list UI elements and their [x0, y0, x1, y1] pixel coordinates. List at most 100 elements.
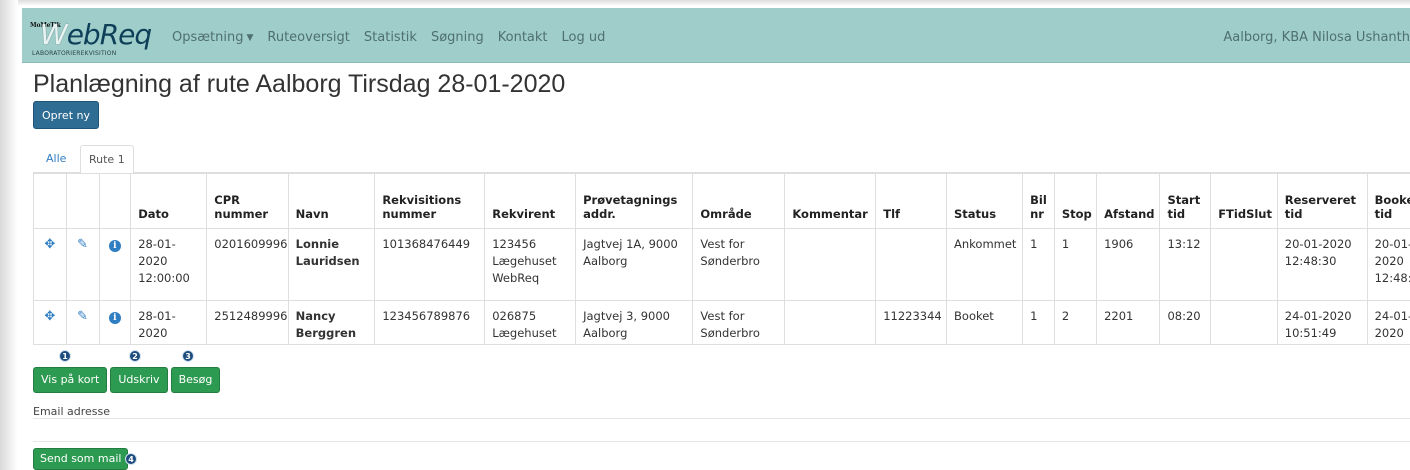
- app-window: MoMeTik WebReq LABORATORIEREKVISITION Op…: [0, 0, 1410, 470]
- table-header-row: Dato CPR nummer Navn Rekvisitions nummer…: [33, 173, 1410, 229]
- webreq-logo[interactable]: MoMeTik WebReq LABORATORIEREKVISITION: [30, 16, 160, 58]
- col-header-edit: [65, 173, 100, 229]
- car-cell: 1: [1022, 300, 1055, 344]
- email-label: Email adresse: [33, 405, 111, 418]
- marker-3-badge: 3: [182, 350, 194, 362]
- tab-route-1[interactable]: Rute 1: [80, 145, 134, 174]
- marker-2-badge: 2: [129, 350, 141, 362]
- navbar: MoMeTik WebReq LABORATORIEREKVISITION Op…: [22, 8, 1410, 63]
- col-header-booked-time[interactable]: Booket tid: [1366, 173, 1410, 229]
- car-cell: 1: [1022, 228, 1055, 301]
- sample-address-cell: Jagtvej 1A, 9000 Aalborg: [575, 228, 694, 301]
- col-header-requester[interactable]: Rekvirent: [484, 173, 577, 229]
- info-icon[interactable]: i: [108, 240, 121, 252]
- col-header-requisition[interactable]: Rekvisitions nummer: [374, 173, 486, 229]
- nav-search[interactable]: Søgning: [431, 30, 484, 45]
- info-cell: i: [98, 228, 132, 301]
- col-header-car[interactable]: Bil nr: [1022, 173, 1055, 229]
- date-cell: 28-01-2020 12:00:00: [130, 228, 208, 301]
- marker-1-badge: 1: [59, 350, 71, 362]
- move-cell: ✥: [33, 300, 67, 344]
- user-info[interactable]: Aalborg, KBA Nilosa Ushanth: [1223, 30, 1410, 45]
- sample-address-cell: Jagtvej 3, 9000 Aalborg: [575, 300, 694, 344]
- edit-cell: ✎: [65, 300, 100, 344]
- phone-cell: 11223344: [875, 300, 948, 344]
- move-icon[interactable]: ✥: [43, 238, 57, 252]
- window-shadow-left: [0, 0, 18, 470]
- end-time-cell: [1210, 228, 1278, 301]
- nav-setup[interactable]: Opsætning ▼: [172, 30, 253, 45]
- page-title: Planlægning af rute Aalborg Tirsdag 28-0…: [33, 70, 566, 98]
- print-button[interactable]: Udskriv: [110, 367, 168, 393]
- logo-brand-right: ebReq: [66, 18, 152, 51]
- info-cell: i: [98, 300, 132, 344]
- nav-route-overview[interactable]: Ruteoversigt: [267, 30, 350, 45]
- col-header-phone[interactable]: Tlf: [875, 173, 948, 229]
- comment-cell: [784, 300, 877, 344]
- col-header-distance[interactable]: Afstand: [1096, 173, 1161, 229]
- nav-logout[interactable]: Log ud: [562, 30, 606, 45]
- col-header-end-time[interactable]: FTidSlut: [1210, 173, 1278, 229]
- tab-all[interactable]: Alle: [38, 145, 74, 173]
- status-cell: Booket: [946, 300, 1024, 344]
- col-header-area[interactable]: Område: [692, 173, 786, 229]
- route-tabs: Alle Rute 1: [33, 145, 1410, 174]
- status-cell: Ankommet: [946, 228, 1024, 301]
- col-header-date[interactable]: Dato: [130, 173, 208, 229]
- col-header-stop[interactable]: Stop: [1053, 173, 1098, 229]
- col-header-status[interactable]: Status: [946, 173, 1024, 229]
- end-time-cell: [1210, 300, 1278, 344]
- name-cell: Lonnie Lauridsen: [287, 228, 376, 301]
- requester-cell: 123456 Lægehuset WebReq: [484, 228, 577, 301]
- phone-cell: [875, 228, 948, 301]
- main-nav: Opsætning ▼ Ruteoversigt Statistik Søgnin…: [172, 30, 619, 45]
- info-icon[interactable]: i: [108, 312, 121, 324]
- marker-4-badge: 4: [125, 453, 137, 465]
- route-table-container: Dato CPR nummer Navn Rekvisitions nummer…: [33, 173, 1410, 345]
- col-header-sample-address[interactable]: Prøvetagnings addr.: [575, 173, 694, 229]
- nav-setup-label: Opsætning: [172, 30, 244, 45]
- logo-brand-left: W: [40, 18, 68, 51]
- start-time-cell: 13:12: [1159, 228, 1212, 301]
- show-on-map-button[interactable]: Vis på kort: [33, 367, 108, 393]
- logo-tagline: LABORATORIEREKVISITION: [32, 50, 117, 57]
- date-cell: 28-01-2020: [130, 300, 208, 344]
- requisition-cell: 101368476449: [374, 228, 486, 301]
- create-new-button[interactable]: Opret ny: [33, 101, 99, 129]
- booked-time-cell: 20-01-2020 12:48:30: [1366, 228, 1410, 301]
- table-row[interactable]: ✥ ✎ i 28-01-2020 12:00:00 0201609996 Lon…: [33, 228, 1410, 301]
- col-header-move: [33, 173, 67, 229]
- email-input[interactable]: [33, 418, 1410, 442]
- move-icon[interactable]: ✥: [43, 310, 57, 324]
- caret-down-icon: ▼: [246, 33, 254, 43]
- col-header-cpr[interactable]: CPR nummer: [206, 173, 289, 229]
- col-header-name[interactable]: Navn: [287, 173, 376, 229]
- nav-contact[interactable]: Kontakt: [498, 30, 548, 45]
- send-as-mail-button[interactable]: Send som mail: [33, 448, 129, 470]
- edit-cell: ✎: [65, 228, 100, 301]
- edit-icon[interactable]: ✎: [76, 310, 90, 324]
- window-shadow-top: [0, 0, 1410, 6]
- col-header-comment[interactable]: Kommentar: [784, 173, 877, 229]
- logo-brand: WebReq: [40, 18, 152, 51]
- reserved-time-cell: 24-01-2020 10:51:49: [1276, 300, 1368, 344]
- edit-icon[interactable]: ✎: [76, 238, 90, 252]
- table-row[interactable]: ✥ ✎ i 28-01-2020 2512489996 Nancy Berggr…: [33, 300, 1410, 344]
- comment-cell: [784, 228, 877, 301]
- col-header-reserved-time[interactable]: Reserveret tid: [1276, 173, 1368, 229]
- stop-cell: 2: [1053, 300, 1098, 344]
- reserved-time-cell: 20-01-2020 12:48:30: [1276, 228, 1368, 301]
- area-cell: Vest for Sønderbro: [692, 228, 786, 301]
- distance-cell: 2201: [1096, 300, 1161, 344]
- nav-statistics[interactable]: Statistik: [364, 30, 417, 45]
- requisition-cell: 123456789876: [374, 300, 486, 344]
- booked-time-cell: 24-01-2020: [1366, 300, 1410, 344]
- distance-cell: 1906: [1096, 228, 1161, 301]
- area-cell: Vest for Sønderbro: [692, 300, 786, 344]
- requester-cell: 026875 Lægehuset: [484, 300, 577, 344]
- col-header-start-time[interactable]: Start tid: [1159, 173, 1212, 229]
- start-time-cell: 08:20: [1159, 300, 1212, 344]
- visit-button[interactable]: Besøg: [170, 367, 221, 393]
- action-buttons: Vis på kort Udskriv Besøg: [33, 367, 221, 393]
- name-cell: Nancy Berggren: [287, 300, 376, 344]
